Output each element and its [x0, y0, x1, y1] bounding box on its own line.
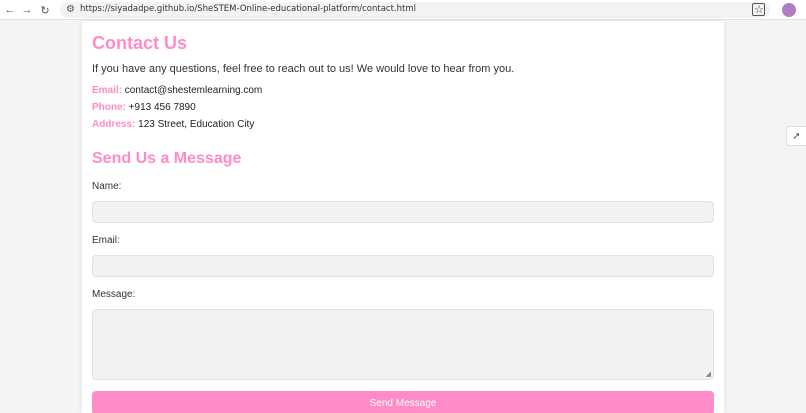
email-input[interactable]: [92, 255, 714, 277]
name-input[interactable]: [92, 201, 714, 223]
page-viewport: Contact Us If you have any questions, fe…: [0, 21, 806, 413]
send-message-button[interactable]: Send Message: [92, 391, 714, 413]
rocket-icon: ➚: [792, 130, 801, 142]
page-title: Contact Us: [92, 33, 188, 53]
email-info-label: Email:: [92, 85, 123, 96]
contact-phone: Phone: +913 456 7890: [92, 102, 196, 113]
contact-address: Address: 123 Street, Education City: [92, 119, 254, 130]
profile-avatar[interactable]: [782, 3, 796, 17]
phone-info-value: +913 456 7890: [128, 102, 196, 113]
back-icon[interactable]: ←: [2, 2, 18, 18]
resize-grip-icon[interactable]: ◢: [706, 370, 711, 378]
form-heading: Send Us a Message: [92, 150, 242, 167]
browser-toolbar: ← → ↻ ⚙ https://siyadadpe.github.io/SheS…: [0, 0, 806, 20]
forward-icon[interactable]: →: [19, 2, 35, 18]
name-label: Name:: [92, 181, 122, 192]
url-text[interactable]: https://siyadadpe.github.io/SheSTEM-Onli…: [80, 4, 416, 14]
side-panel-toggle[interactable]: ➚: [786, 126, 806, 146]
contact-card: Contact Us If you have any questions, fe…: [82, 21, 724, 413]
phone-info-label: Phone:: [92, 102, 126, 113]
site-settings-icon[interactable]: ⚙: [66, 4, 75, 15]
email-info-value: contact@shestemlearning.com: [124, 85, 263, 96]
message-textarea[interactable]: ◢: [92, 309, 714, 380]
address-info-value: 123 Street, Education City: [138, 119, 255, 130]
address-bar[interactable]: ⚙ https://siyadadpe.github.io/SheSTEM-On…: [60, 2, 770, 18]
message-label: Message:: [92, 289, 136, 300]
email-label: Email:: [92, 235, 120, 246]
contact-email: Email: contact@shestemlearning.com: [92, 85, 262, 96]
reload-icon[interactable]: ↻: [37, 2, 53, 18]
extensions-icon[interactable]: [752, 3, 765, 16]
address-info-label: Address:: [92, 119, 136, 130]
intro-text: If you have any questions, feel free to …: [92, 63, 515, 75]
